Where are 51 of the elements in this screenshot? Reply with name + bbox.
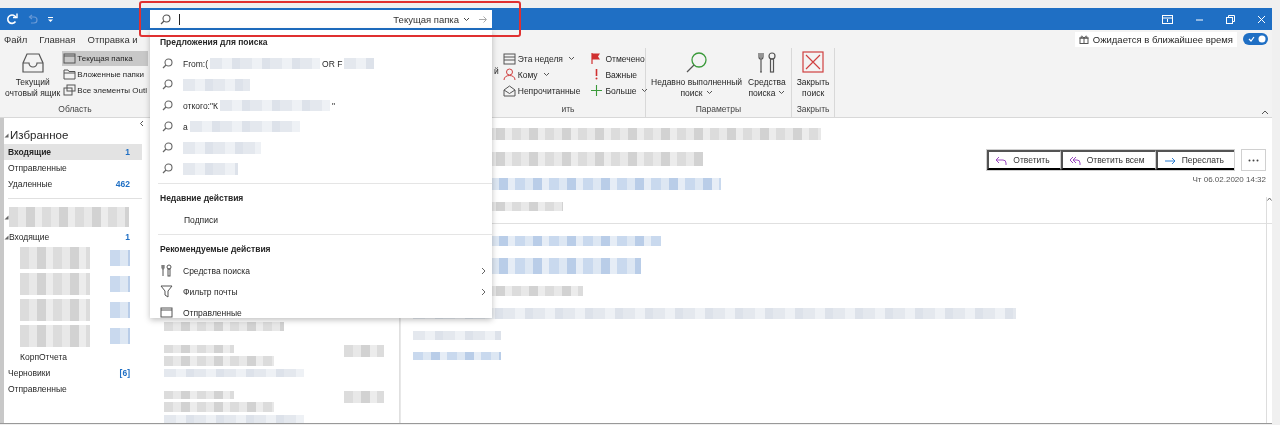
ribbon-button[interactable]: Все элементы Outl: [62, 83, 148, 98]
message-date: Чт 06.02.2020 14:32: [1192, 175, 1266, 184]
suggestion-text[interactable]: а: [183, 121, 188, 132]
folder-item[interactable]: Отправленные: [4, 160, 142, 176]
suggestion-text[interactable]: From:(: [183, 58, 209, 69]
unread-count: 1: [125, 232, 130, 242]
ribbon-tab[interactable]: Главная: [35, 33, 84, 45]
coming-soon-label: Ожидается в ближайшее время: [1074, 31, 1237, 47]
ribbon-button[interactable]: Эта неделя: [500, 51, 583, 66]
menu-item[interactable]: Подписи: [150, 209, 492, 230]
section-title: Избранное: [10, 129, 69, 141]
section-title: Рекомендуемые действия: [159, 243, 272, 256]
section-title: Предложения для поиска: [159, 36, 269, 49]
ribbon-tab[interactable]: Отправка и: [83, 33, 146, 45]
action-button[interactable]: Переслать: [1155, 150, 1234, 170]
group-label: Область: [57, 104, 93, 116]
menu-item[interactable]: Средства поиска: [150, 260, 492, 281]
folder-item[interactable]: КорпОтчета: [4, 349, 142, 365]
unread-count: 1: [125, 147, 130, 157]
menu-item[interactable]: Отправленные: [150, 302, 492, 323]
scope-dropdown[interactable]: Текущая папка: [393, 13, 470, 25]
ribbon-tab[interactable]: Файл: [0, 33, 36, 45]
ribbon-button[interactable]: Больше: [588, 83, 651, 98]
group-label: Закрыть: [795, 104, 831, 116]
suggestion-text[interactable]: OR F: [322, 58, 343, 69]
ribbon-button[interactable]: Текущая папка: [62, 51, 148, 66]
ribbon-button[interactable]: Важные: [588, 67, 651, 82]
ribbon-button[interactable]: Закрыть поиск: [794, 51, 832, 104]
search-field[interactable]: Текущая папка: [150, 10, 492, 28]
action-button[interactable]: Ответить: [987, 150, 1061, 170]
ribbon-button[interactable]: Отмечено: [588, 51, 651, 66]
ribbon-button[interactable]: Вложенные папки: [62, 67, 148, 82]
group-label: Параметры: [694, 104, 742, 116]
suggestion-text[interactable]: откого:"К: [183, 100, 218, 111]
folder-item[interactable]: Черновики [6]: [4, 365, 142, 381]
unread-count: 462: [115, 179, 130, 189]
ribbon-button[interactable]: Средства поиска: [746, 51, 788, 104]
folder-item[interactable]: Входящие 1: [4, 144, 142, 160]
action-button[interactable]: Ответить всем: [1060, 150, 1156, 170]
ribbon-button[interactable]: Недавно выполненный поиск: [649, 51, 745, 104]
folder-item[interactable]: Отправленные: [4, 381, 142, 397]
ribbon-button[interactable]: Текущий очтовый ящик: [3, 51, 63, 104]
folder-item[interactable]: Удаленные 462: [4, 176, 142, 192]
menu-item[interactable]: Фильтр почты: [150, 281, 492, 302]
section-title: Недавние действия: [159, 192, 245, 205]
ribbon-button[interactable]: Кому: [500, 67, 583, 82]
ribbon-button[interactable]: Непрочитанные: [500, 83, 583, 98]
unread-count: [6]: [119, 368, 130, 378]
ribbon-label: й: [494, 65, 499, 76]
group-label: ить: [560, 104, 576, 116]
folder-item[interactable]: Входящие 1: [4, 229, 142, 245]
